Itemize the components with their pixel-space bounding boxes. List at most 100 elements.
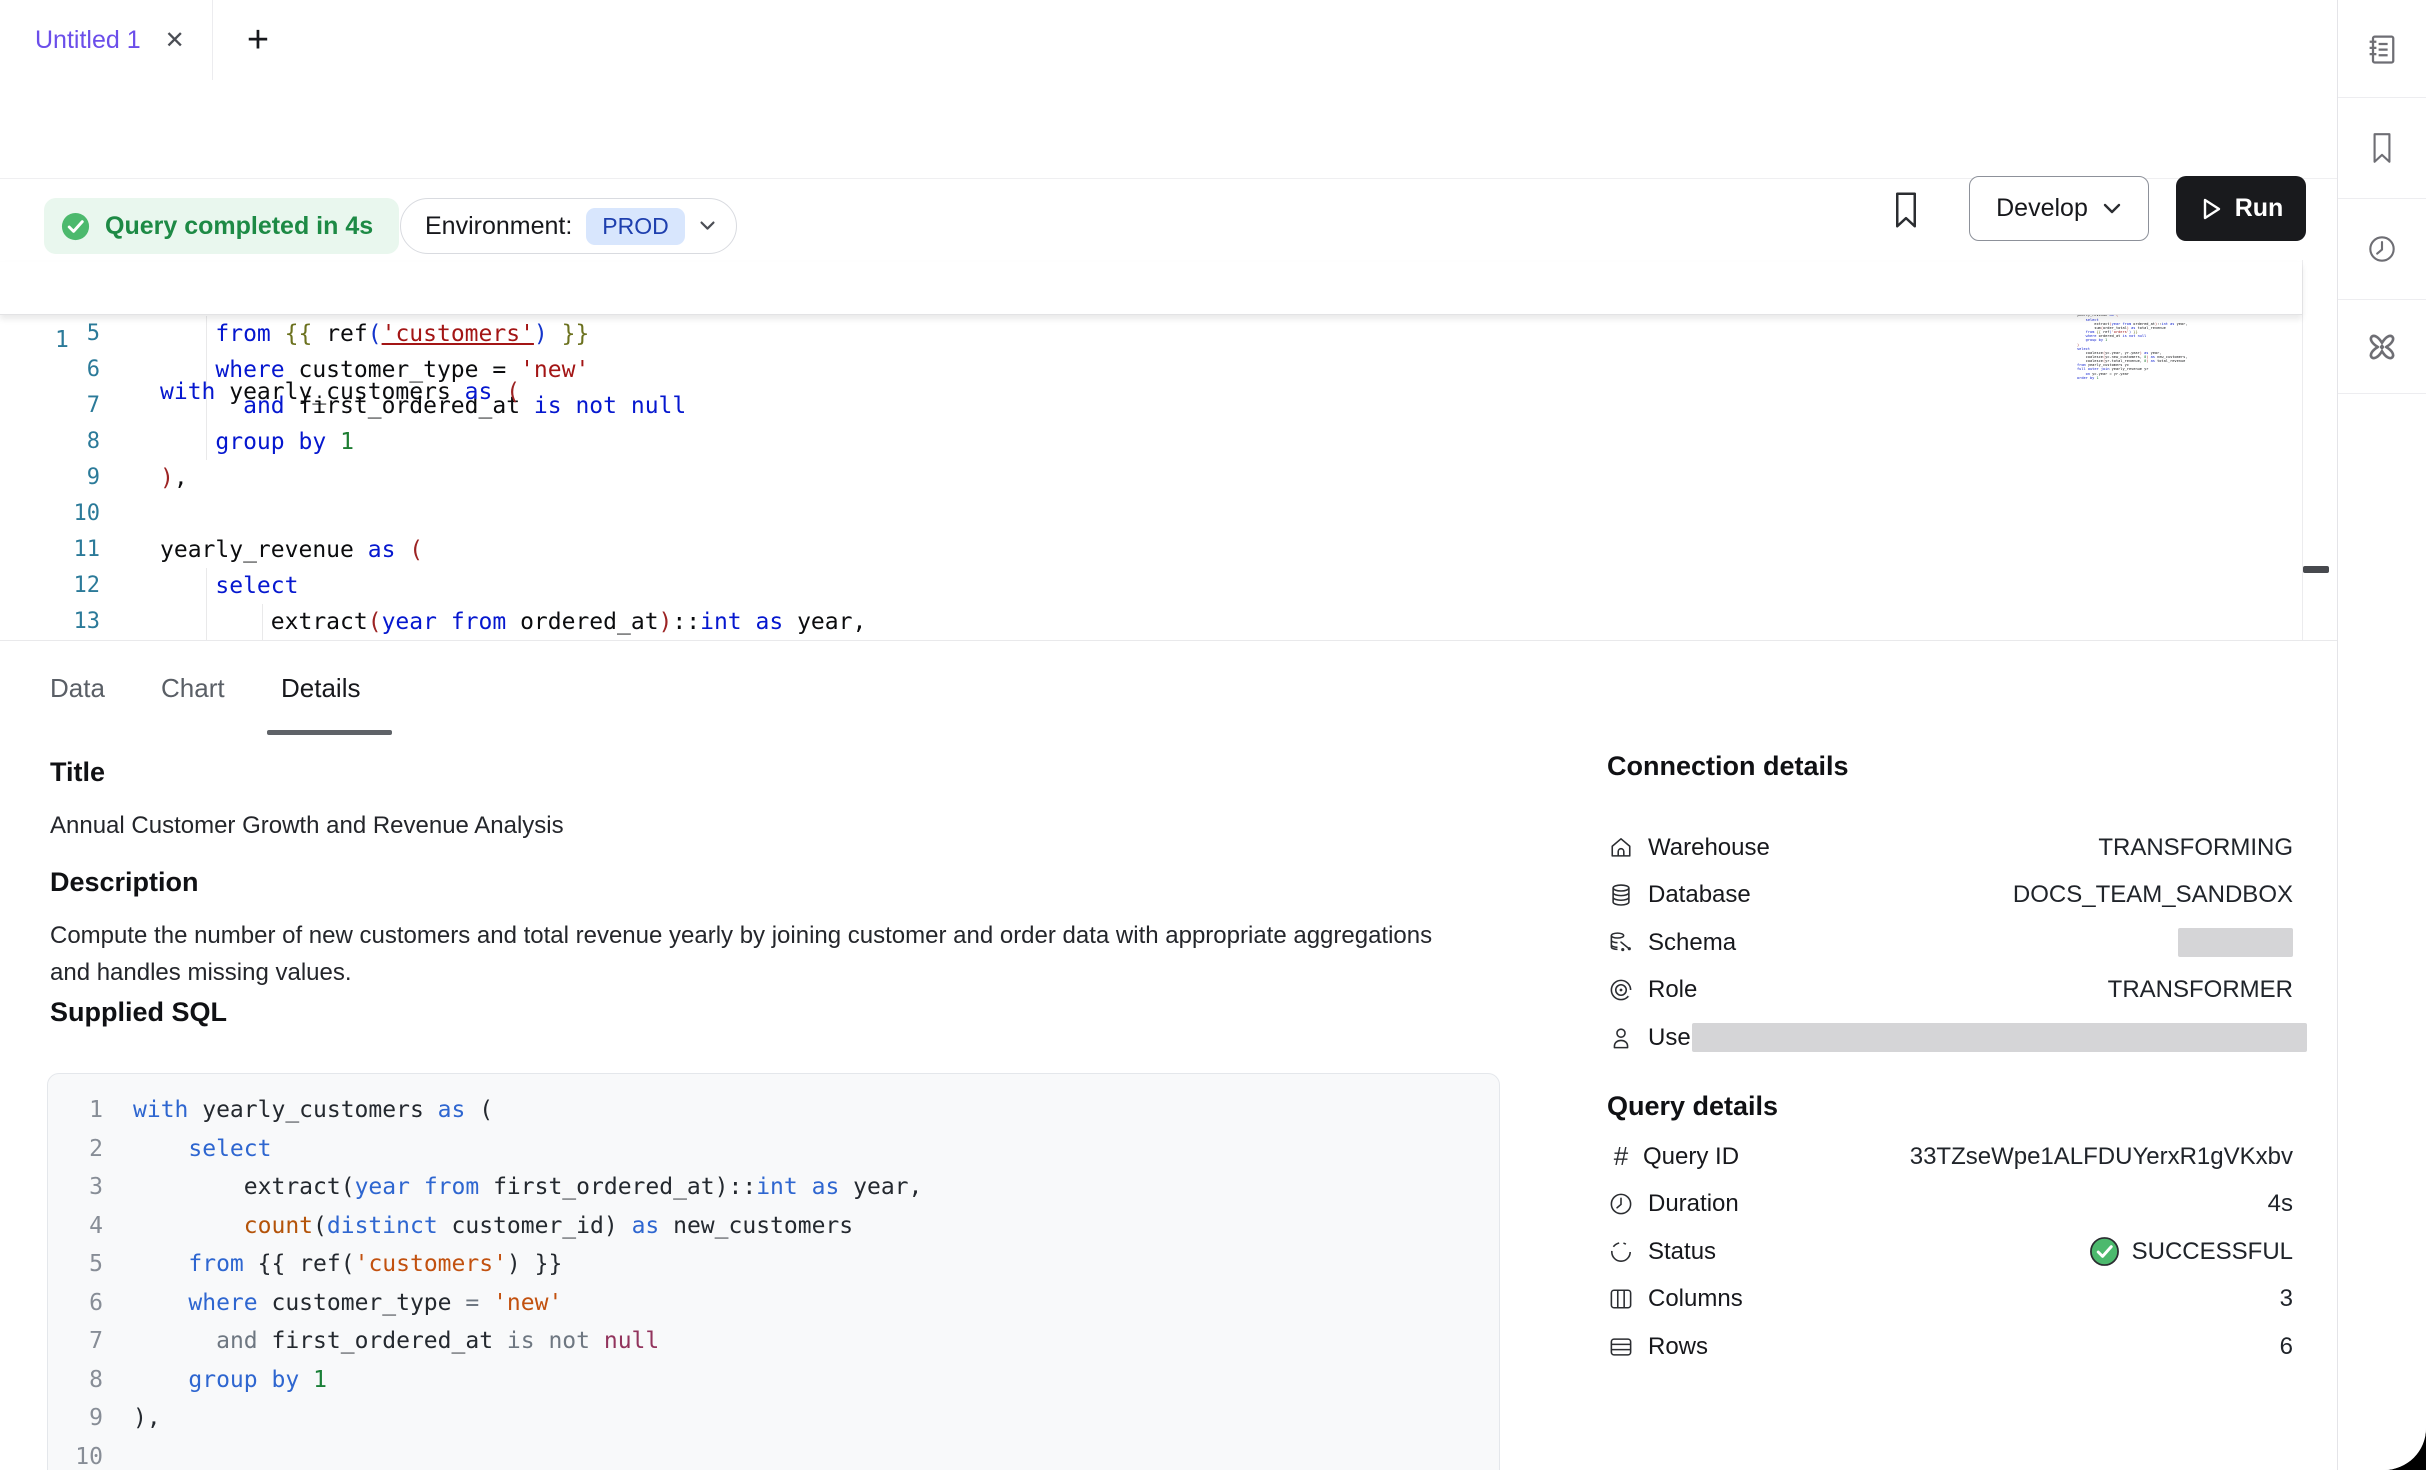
sparkle-x-icon [2363, 328, 2401, 366]
play-icon [2199, 196, 2223, 222]
details-panel: Title Annual Customer Growth and Revenue… [0, 735, 2338, 1470]
code-line[interactable]: 5 from {{ ref('customers') }} [0, 316, 2302, 352]
line-number: 8 [48, 1361, 103, 1400]
sticky-line[interactable]: 1 with yearly_customers as ( [0, 262, 2302, 315]
develop-label: Develop [1996, 194, 2088, 223]
run-label: Run [2235, 194, 2284, 223]
query-row-id: # Query ID 33TZseWpe1ALFDUYerxR1gVKxbv [1607, 1133, 2293, 1181]
code-text: extract(year from ordered_at)::int as ye… [160, 604, 866, 640]
notebook-panel-button[interactable] [2338, 0, 2426, 98]
connection-details-heading: Connection details [1607, 751, 1849, 782]
new-tab-button[interactable]: + [228, 0, 288, 80]
run-button[interactable]: Run [2176, 176, 2306, 241]
warehouse-value: TRANSFORMING [2098, 834, 2293, 862]
right-icon-sidebar [2337, 0, 2426, 1470]
tab-details[interactable]: Details [281, 641, 360, 735]
line-number: 1 [48, 1091, 103, 1130]
code-text: from {{ ref('customers') }} [133, 1245, 562, 1284]
columns-icon [1607, 1285, 1635, 1313]
tab-untitled-1[interactable]: Untitled 1 ✕ [0, 0, 213, 80]
code-text: group by 1 [133, 1361, 327, 1400]
supplied-sql-line: 3 extract(year from first_ordered_at)::i… [48, 1168, 1499, 1207]
title-heading: Title [50, 757, 105, 788]
supplied-sql-line: 2 select [48, 1130, 1499, 1169]
code-line[interactable]: 8 group by 1 [0, 424, 2302, 460]
tab-title: Untitled 1 [35, 26, 141, 55]
line-number: 11 [0, 532, 100, 568]
status-value: SUCCESSFUL [2089, 1236, 2293, 1267]
query-id-value: 33TZseWpe1ALFDUYerxR1gVKxbv [1910, 1143, 2293, 1171]
database-value: DOCS_TEAM_SANDBOX [2013, 881, 2293, 909]
code-line: with yearly_customers as ( [160, 366, 520, 418]
scrollbar-thumb[interactable] [2303, 566, 2329, 573]
explore-panel-button[interactable] [2338, 300, 2426, 394]
supplied-sql-line: 7 and first_ordered_at is not null [48, 1322, 1499, 1361]
query-status-pill: Query completed in 4s [44, 198, 399, 254]
title-value: Annual Customer Growth and Revenue Analy… [50, 807, 564, 844]
supplied-sql-line: 9), [48, 1399, 1499, 1438]
connection-row-role: Role TRANSFORMER [1607, 967, 2293, 1015]
close-tab-icon[interactable]: ✕ [165, 26, 185, 55]
bookmark-button[interactable] [1886, 188, 1926, 232]
tab-data[interactable]: Data [50, 641, 105, 735]
duration-value: 4s [2268, 1190, 2293, 1218]
redacted-user-value [1692, 1023, 2307, 1052]
connection-row-user: User [1607, 1014, 2293, 1062]
line-number: 12 [0, 568, 100, 604]
supplied-sql-line: 4 count(distinct customer_id) as new_cus… [48, 1207, 1499, 1246]
code-line[interactable]: 11yearly_revenue as ( [0, 532, 2302, 568]
line-number: 6 [48, 1284, 103, 1323]
code-line[interactable]: 10 [0, 496, 2302, 532]
line-number: 7 [48, 1322, 103, 1361]
connection-row-schema: Schema [1607, 919, 2293, 967]
supplied-sql-line: 6 where customer_type = 'new' [48, 1284, 1499, 1323]
user-icon [1607, 1024, 1635, 1052]
code-line[interactable]: 9), [0, 460, 2302, 496]
app-window: Untitled 1 ✕ + Develop Run Query complet… [0, 0, 2426, 1470]
line-number: 10 [0, 496, 100, 532]
query-status-text: Query completed in 4s [105, 212, 373, 241]
duration-clock-icon [1607, 1190, 1635, 1218]
success-check-icon [2089, 1236, 2120, 1267]
query-row-rows: Rows 6 [1607, 1323, 2293, 1371]
minimap-line: order by 1 [2077, 376, 2207, 380]
bookmarks-panel-button[interactable] [2338, 98, 2426, 199]
environment-selector[interactable]: Environment: PROD [400, 198, 737, 254]
role-icon [1607, 976, 1635, 1004]
description-heading: Description [50, 867, 199, 898]
query-row-status: Status SUCCESSFUL [1607, 1228, 2293, 1276]
line-number: 3 [48, 1168, 103, 1207]
status-spinner-icon [1607, 1238, 1635, 1266]
code-text: ), [133, 1399, 161, 1438]
code-text: group by 1 [160, 424, 354, 460]
line-number: 9 [48, 1399, 103, 1438]
description-value: Compute the number of new customers and … [50, 917, 1470, 991]
editor-tab-bar: Untitled 1 ✕ + [0, 0, 2338, 81]
line-number: 4 [48, 1207, 103, 1246]
database-icon [1607, 881, 1635, 909]
history-panel-button[interactable] [2338, 199, 2426, 300]
code-line[interactable]: 12 select [0, 568, 2302, 604]
develop-dropdown-button[interactable]: Develop [1969, 176, 2149, 241]
scrollbar-track [2302, 260, 2303, 640]
line-number: 5 [48, 1245, 103, 1284]
line-number: 1 [55, 314, 69, 366]
main-area: Untitled 1 ✕ + Develop Run Query complet… [0, 0, 2338, 1470]
query-details-heading: Query details [1607, 1091, 1778, 1122]
connection-row-database: Database DOCS_TEAM_SANDBOX [1607, 872, 2293, 920]
code-text: from {{ ref('customers') }} [160, 316, 589, 352]
chevron-down-icon [699, 220, 716, 232]
schema-icon [1607, 929, 1635, 957]
environment-value-chip: PROD [586, 208, 684, 245]
code-text: with yearly_customers as ( [133, 1091, 493, 1130]
results-tab-bar: Data Chart Details [0, 640, 2338, 736]
tab-chart[interactable]: Chart [161, 641, 225, 735]
code-line[interactable]: 13 extract(year from ordered_at)::int as… [0, 604, 2302, 640]
supplied-sql-line: 5 from {{ ref('customers') }} [48, 1245, 1499, 1284]
check-circle-icon [60, 211, 91, 242]
supplied-sql-line: 8 group by 1 [48, 1361, 1499, 1400]
connection-row-warehouse: Warehouse TRANSFORMING [1607, 824, 2293, 872]
sql-editor[interactable]: 1 with yearly_customers as ( 5 from {{ r… [0, 260, 2338, 640]
columns-value: 3 [2280, 1285, 2293, 1313]
code-text: select [160, 568, 298, 604]
